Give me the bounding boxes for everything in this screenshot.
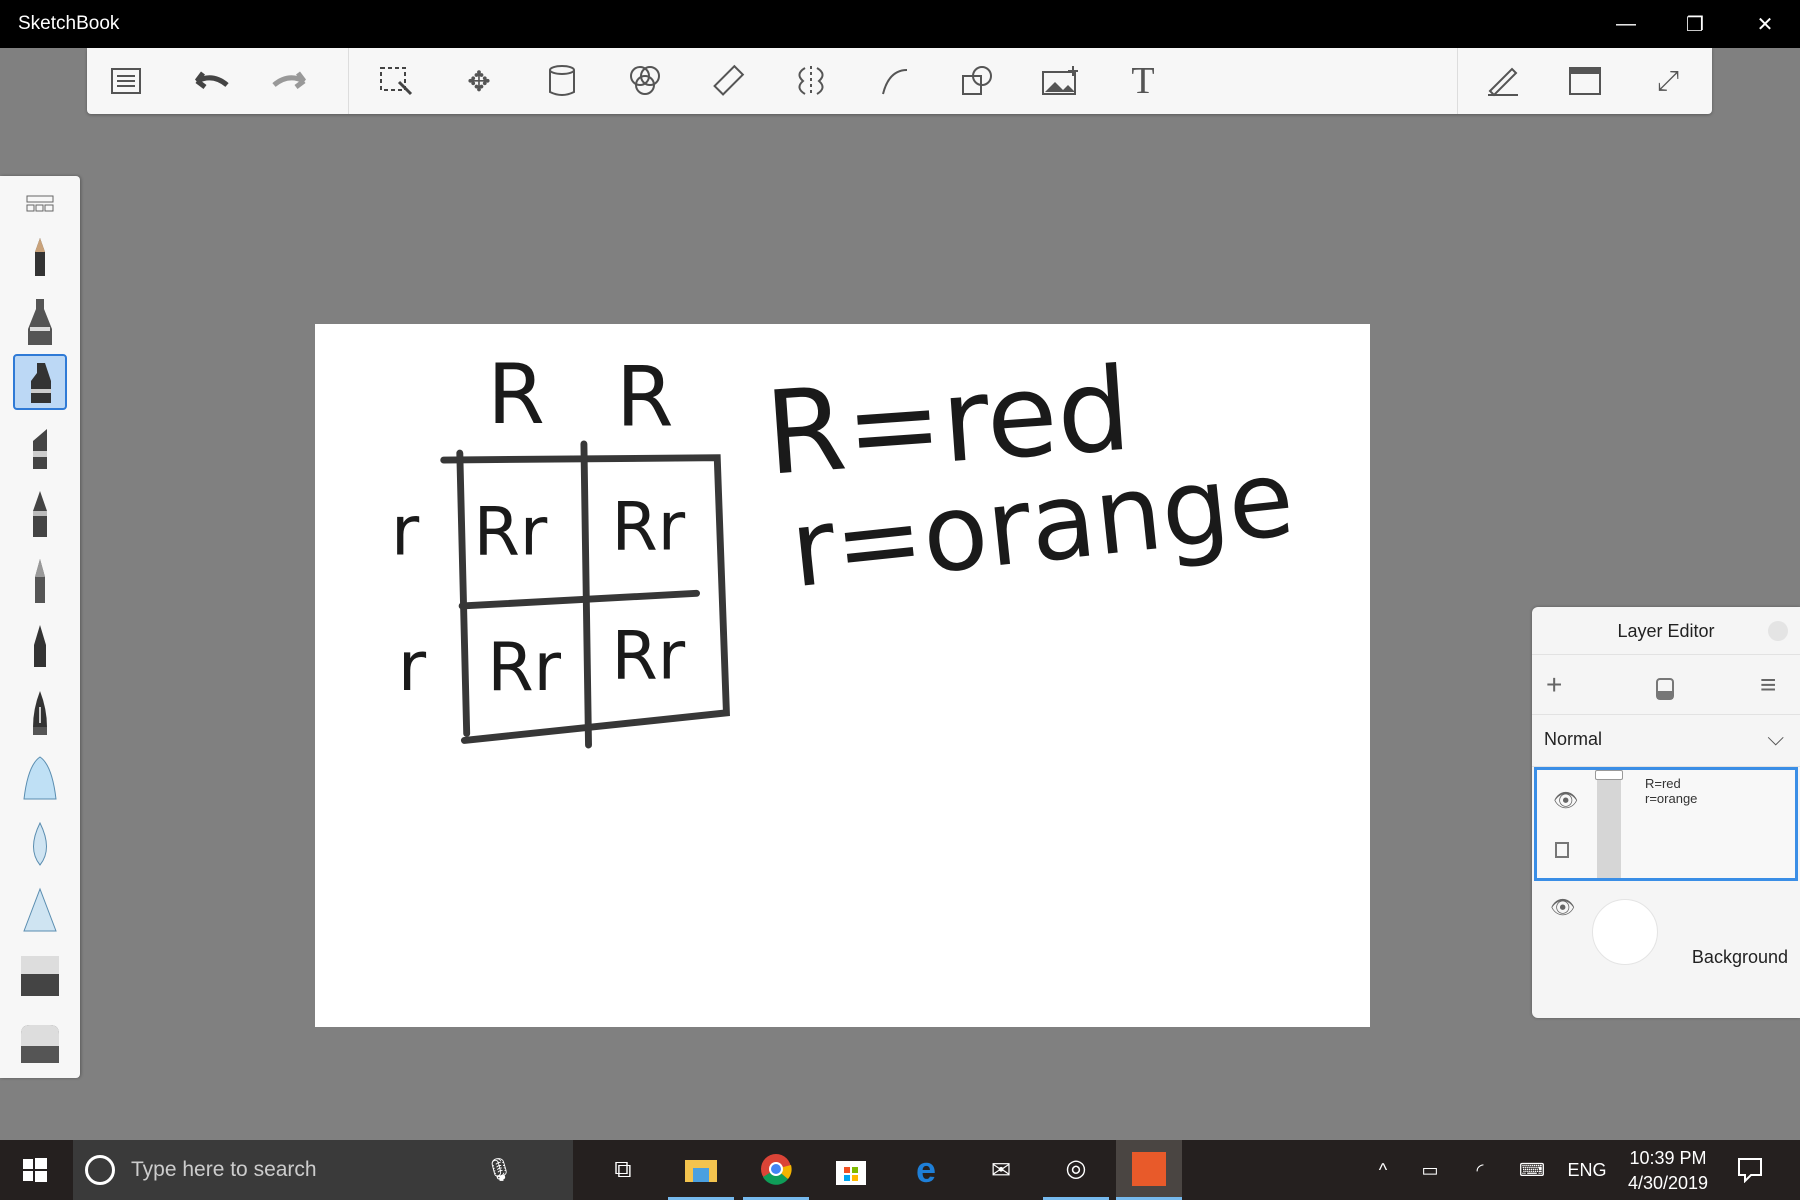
mail-icon[interactable]: ✉ <box>968 1140 1034 1200</box>
ballpoint-icon[interactable] <box>13 552 67 608</box>
color-icon[interactable] <box>622 58 668 104</box>
sketch-drawing: R R r r Rr Rr Rr Rr R=red r=orange <box>391 343 1299 749</box>
eraser-soft-icon[interactable] <box>13 1016 67 1072</box>
wifi-icon[interactable]: ◜ <box>1460 1140 1500 1200</box>
background-color-swatch[interactable] <box>1592 899 1658 965</box>
battery-icon[interactable]: ▭ <box>1410 1140 1450 1200</box>
drawing-canvas[interactable]: R R r r Rr Rr Rr Rr R=red r=orange <box>315 324 1370 1027</box>
text-icon[interactable]: T <box>1120 58 1166 104</box>
redo-icon[interactable] <box>269 58 315 104</box>
layer-item-drawing[interactable]: 👁 R=red r=orange <box>1534 767 1798 881</box>
move-icon[interactable]: ✥ <box>456 58 502 104</box>
store-icon[interactable] <box>818 1140 884 1200</box>
chisel-brush-icon[interactable] <box>13 420 67 476</box>
shapes-icon[interactable] <box>954 58 1000 104</box>
sketchbook-taskbar-icon[interactable] <box>1116 1140 1182 1200</box>
marker-brush-icon[interactable] <box>13 354 67 410</box>
pencil-brush-icon[interactable] <box>13 228 67 284</box>
action-center-icon[interactable] <box>1720 1140 1780 1200</box>
cortana-icon <box>85 1155 115 1185</box>
layer-editor-panel: Layer Editor + ≡ Normal ⌵ 👁 R=red r=orange… <box>1532 607 1800 1018</box>
layer-editor-title: Layer Editor <box>1617 621 1715 641</box>
soft-brush-icon[interactable] <box>13 750 67 806</box>
title-bar: SketchBook — ❐ ✕ <box>0 0 1800 48</box>
layer-thumbnail: R=red r=orange <box>1645 776 1698 806</box>
water-drop-icon[interactable] <box>13 816 67 872</box>
visibility-eye-icon[interactable]: 👁 <box>1550 895 1575 920</box>
keyboard-icon[interactable]: ⌨ <box>1508 1140 1556 1200</box>
task-view-icon[interactable]: ⧉ <box>590 1140 656 1200</box>
list-icon[interactable] <box>103 58 149 104</box>
taskbar: Type here to search 🎙 ⧉ e ✉ ◎ ^ ▭ ◜ ⌨ EN… <box>0 1140 1800 1200</box>
fineliner-icon[interactable] <box>13 618 67 674</box>
punnett-cell: Rr <box>487 628 561 706</box>
restore-button[interactable]: ❐ <box>1660 0 1730 48</box>
show-hidden-icons[interactable]: ^ <box>1365 1140 1401 1200</box>
punnett-cell: Rr <box>612 488 686 566</box>
layer-clear-icon[interactable] <box>1656 675 1674 707</box>
palette-grid-icon[interactable] <box>13 184 67 224</box>
app-title: SketchBook <box>18 13 120 34</box>
ink-pen-icon[interactable] <box>13 486 67 542</box>
ruler-icon[interactable] <box>705 58 751 104</box>
main-toolbar: ✥ T ⤢ <box>87 48 1712 114</box>
minimize-button[interactable]: — <box>1591 0 1661 48</box>
select-icon[interactable] <box>373 58 419 104</box>
pen-settings-icon[interactable] <box>1479 58 1525 104</box>
windows-start-icon[interactable] <box>0 1140 70 1200</box>
header-allele-2: R <box>616 349 674 446</box>
undo-icon[interactable] <box>186 58 232 104</box>
groove-music-icon[interactable]: ◎ <box>1043 1140 1109 1200</box>
curve-icon[interactable] <box>871 58 917 104</box>
lock-icon[interactable] <box>1555 842 1569 858</box>
bucket-icon[interactable] <box>539 58 585 104</box>
visibility-eye-icon[interactable]: 👁 <box>1553 788 1578 813</box>
chrome-icon[interactable] <box>743 1140 809 1200</box>
add-layer-icon[interactable]: + <box>1546 669 1562 701</box>
chevron-down-icon: ⌵ <box>1767 725 1784 750</box>
file-explorer-icon[interactable] <box>668 1140 734 1200</box>
window-icon[interactable] <box>1562 58 1608 104</box>
search-box[interactable]: Type here to search 🎙 <box>73 1140 573 1200</box>
add-image-icon[interactable] <box>1037 58 1083 104</box>
eraser-hard-icon[interactable] <box>13 948 67 1004</box>
clock[interactable]: 10:39 PM 4/30/2019 <box>1620 1146 1716 1196</box>
triangle-brush-icon[interactable] <box>13 882 67 938</box>
fullscreen-icon[interactable]: ⤢ <box>1645 58 1691 104</box>
microphone-icon[interactable]: 🎙 <box>485 1157 513 1183</box>
airbrush-icon[interactable] <box>13 294 67 350</box>
close-button[interactable]: ✕ <box>1730 0 1800 48</box>
blend-mode-value: Normal <box>1544 729 1603 749</box>
row-allele-2: r <box>398 627 427 707</box>
panel-close-button[interactable] <box>1768 621 1788 641</box>
language-indicator[interactable]: ENG <box>1562 1140 1612 1200</box>
symmetry-icon[interactable] <box>788 58 834 104</box>
row-allele-1: r <box>391 491 420 571</box>
header-allele-1: R <box>487 346 545 443</box>
search-placeholder: Type here to search <box>131 1158 317 1181</box>
opacity-slider[interactable] <box>1595 770 1623 878</box>
layer-item-background[interactable]: 👁 Background <box>1534 887 1798 1001</box>
fountain-pen-icon[interactable] <box>13 684 67 740</box>
layer-menu-icon[interactable]: ≡ <box>1760 669 1776 701</box>
blend-mode-dropdown[interactable]: Normal ⌵ <box>1532 715 1800 767</box>
background-layer-label: Background <box>1691 947 1788 967</box>
brush-palette <box>0 176 80 1078</box>
punnett-cell: Rr <box>474 492 548 570</box>
edge-icon[interactable]: e <box>893 1140 959 1200</box>
punnett-cell: Rr <box>612 616 686 694</box>
